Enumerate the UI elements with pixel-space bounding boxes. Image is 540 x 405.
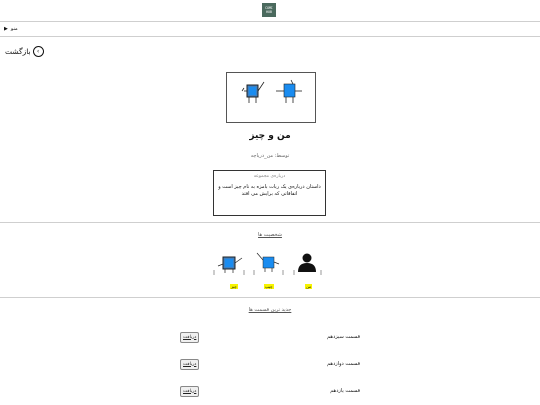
episode-row: قسمت یازدهم دریافت	[180, 385, 360, 397]
cover-illustration	[241, 79, 302, 103]
header-divider	[0, 21, 540, 22]
download-button[interactable]: دریافت	[180, 385, 200, 397]
menu-divider	[0, 36, 540, 37]
about-text: داستان درباره‌ی یک ربات بامزه به نام چیز…	[218, 184, 321, 197]
robot-right-icon	[276, 79, 302, 103]
download-button[interactable]: دریافت	[180, 331, 200, 343]
episode-title: قسمت سیزدهم	[327, 334, 360, 340]
comic-title: من و چیز	[249, 131, 291, 141]
characters-illustration	[213, 252, 322, 275]
back-label: بازگشت	[5, 47, 31, 56]
comic-author[interactable]: توسط: من_دریاچه	[0, 153, 540, 159]
character-label-chip[interactable]: چیپ	[264, 284, 274, 289]
character-chip-icon	[253, 252, 284, 275]
episodes-heading[interactable]: جدید ترین قسمت ها	[0, 307, 540, 313]
site-logo[interactable]: COMI HUB	[262, 3, 276, 17]
back-button[interactable]: بازگشت ‹	[5, 46, 44, 57]
menu-label: منو	[10, 26, 18, 32]
about-heading: درباره‌ی مجموعه	[253, 174, 286, 179]
section-divider-1	[0, 222, 540, 223]
logo-line-2: HUB	[266, 10, 272, 14]
episode-row: قسمت سیزدهم دریافت	[180, 331, 360, 343]
section-divider-2	[0, 297, 540, 298]
download-button[interactable]: دریافت	[180, 358, 200, 370]
menu-arrow-icon: ▶	[4, 26, 8, 32]
characters-heading[interactable]: شخصیت ها	[0, 232, 540, 238]
menu-toggle[interactable]: ▶ منو	[4, 26, 18, 32]
comic-cover	[226, 72, 316, 123]
back-arrow-icon: ‹	[32, 46, 44, 57]
characters-list: چیز چیپ من	[210, 248, 330, 296]
episode-row: قسمت دوازدهم دریافت	[180, 358, 360, 370]
character-chiz-icon	[213, 256, 245, 275]
episode-title: قسمت دوازدهم	[327, 361, 360, 367]
robot-left-icon	[241, 81, 265, 103]
character-label-man[interactable]: من	[305, 284, 313, 289]
character-man-icon	[293, 253, 322, 275]
episode-title: قسمت یازدهم	[330, 388, 360, 394]
about-box: درباره‌ی مجموعه داستان درباره‌ی یک ربات …	[213, 170, 326, 216]
character-label-chiz[interactable]: چیز	[230, 284, 238, 289]
